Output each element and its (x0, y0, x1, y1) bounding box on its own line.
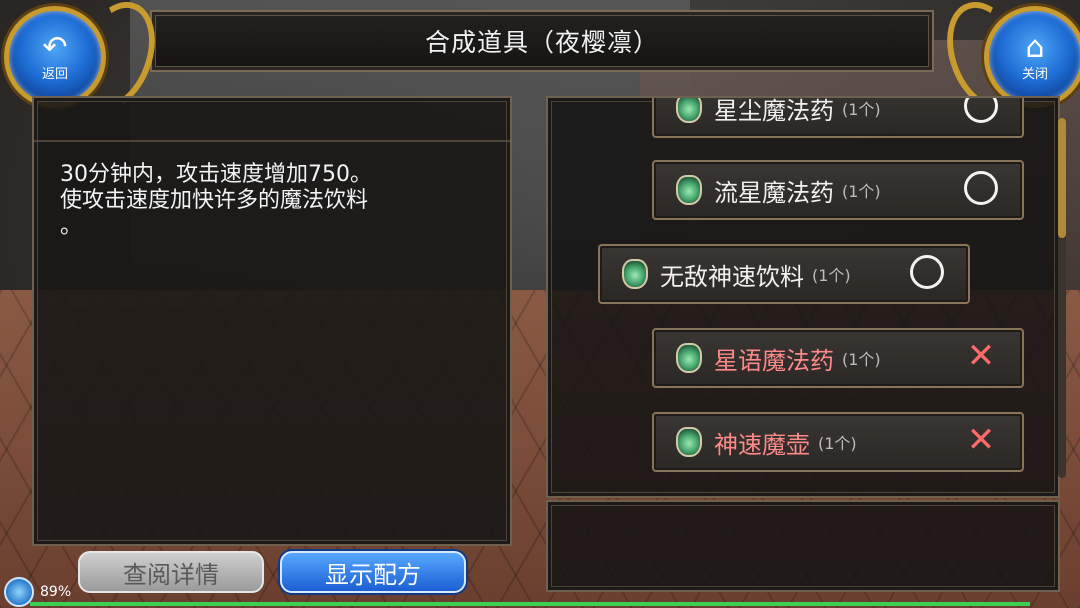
description-panel: 30分钟内，攻击速度增加750。 使攻击速度加快许多的魔法饮料 。 (32, 96, 512, 546)
item-count: (1个) (842, 350, 881, 369)
owned-circle-icon (964, 171, 998, 205)
potion-icon (622, 259, 648, 289)
status-progress-bar (30, 602, 1030, 606)
view-details-label: 查阅详情 (123, 560, 219, 589)
list-item[interactable]: 神速魔壶 (1个) ✕ (652, 412, 1024, 472)
show-recipe-label: 显示配方 (325, 560, 421, 589)
recipe-footer-panel (546, 500, 1060, 592)
potion-icon (676, 343, 702, 373)
back-arrow-icon: ↶ (42, 29, 68, 65)
item-count: (1个) (842, 182, 881, 201)
item-count: (1个) (812, 266, 851, 285)
back-label: 返回 (41, 66, 68, 82)
potion-icon (676, 175, 702, 205)
battery-percent: 89% (40, 584, 72, 600)
item-name: 神速魔壶 (714, 430, 810, 459)
owned-circle-icon (910, 255, 944, 289)
item-name: 无敌神速饮料 (660, 262, 804, 291)
list-item[interactable]: 星语魔法药 (1个) ✕ (652, 328, 1024, 388)
description-header-strip (34, 98, 510, 142)
description-line-3: 。 (60, 214, 83, 239)
missing-cross-icon: ✕ (966, 420, 996, 460)
close-button[interactable]: ⌂ 关闭 (984, 6, 1080, 108)
view-details-button[interactable]: 查阅详情 (78, 551, 264, 593)
description-line-1: 30分钟内，攻击速度增加750。 (60, 162, 372, 187)
title-bar: 合成道具（夜樱凛） (150, 10, 934, 72)
show-recipe-button[interactable]: 显示配方 (280, 551, 466, 593)
item-name: 星语魔法药 (714, 346, 834, 375)
home-icon: ⌂ (1025, 29, 1045, 65)
page-title: 合成道具（夜樱凛） (424, 28, 659, 57)
back-button[interactable]: ↶ 返回 (4, 6, 106, 108)
list-item-selected[interactable]: 无敌神速饮料 (1个) (598, 244, 970, 304)
item-count: (1个) (842, 100, 881, 119)
item-name: 流星魔法药 (714, 178, 834, 207)
item-count: (1个) (818, 434, 857, 453)
potion-icon (676, 427, 702, 457)
close-label: 关闭 (1021, 66, 1048, 82)
item-description: 30分钟内，攻击速度增加750。 使攻击速度加快许多的魔法饮料 。 (60, 162, 460, 240)
missing-cross-icon: ✕ (966, 336, 996, 376)
list-item[interactable]: 流星魔法药 (1个) (652, 160, 1024, 220)
description-line-2: 使攻击速度加快许多的魔法饮料 (60, 188, 369, 213)
list-scroll-thumb[interactable] (1058, 118, 1066, 238)
